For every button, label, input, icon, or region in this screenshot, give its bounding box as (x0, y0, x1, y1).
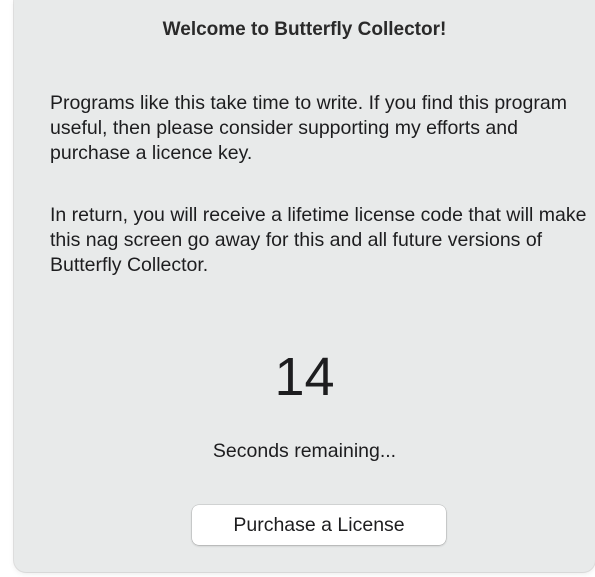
countdown-number: 14 (274, 347, 335, 407)
countdown-label: Seconds remaining... (212, 440, 397, 462)
support-message: Programs like this take time to write. I… (50, 92, 567, 164)
license-benefit-message: In return, you will receive a lifetime l… (50, 204, 587, 276)
nag-dialog: Welcome to Butterfly Collector! Programs… (14, 0, 595, 572)
purchase-license-button[interactable]: Purchase a License (192, 505, 446, 545)
dialog-title: Welcome to Butterfly Collector! (162, 19, 447, 40)
